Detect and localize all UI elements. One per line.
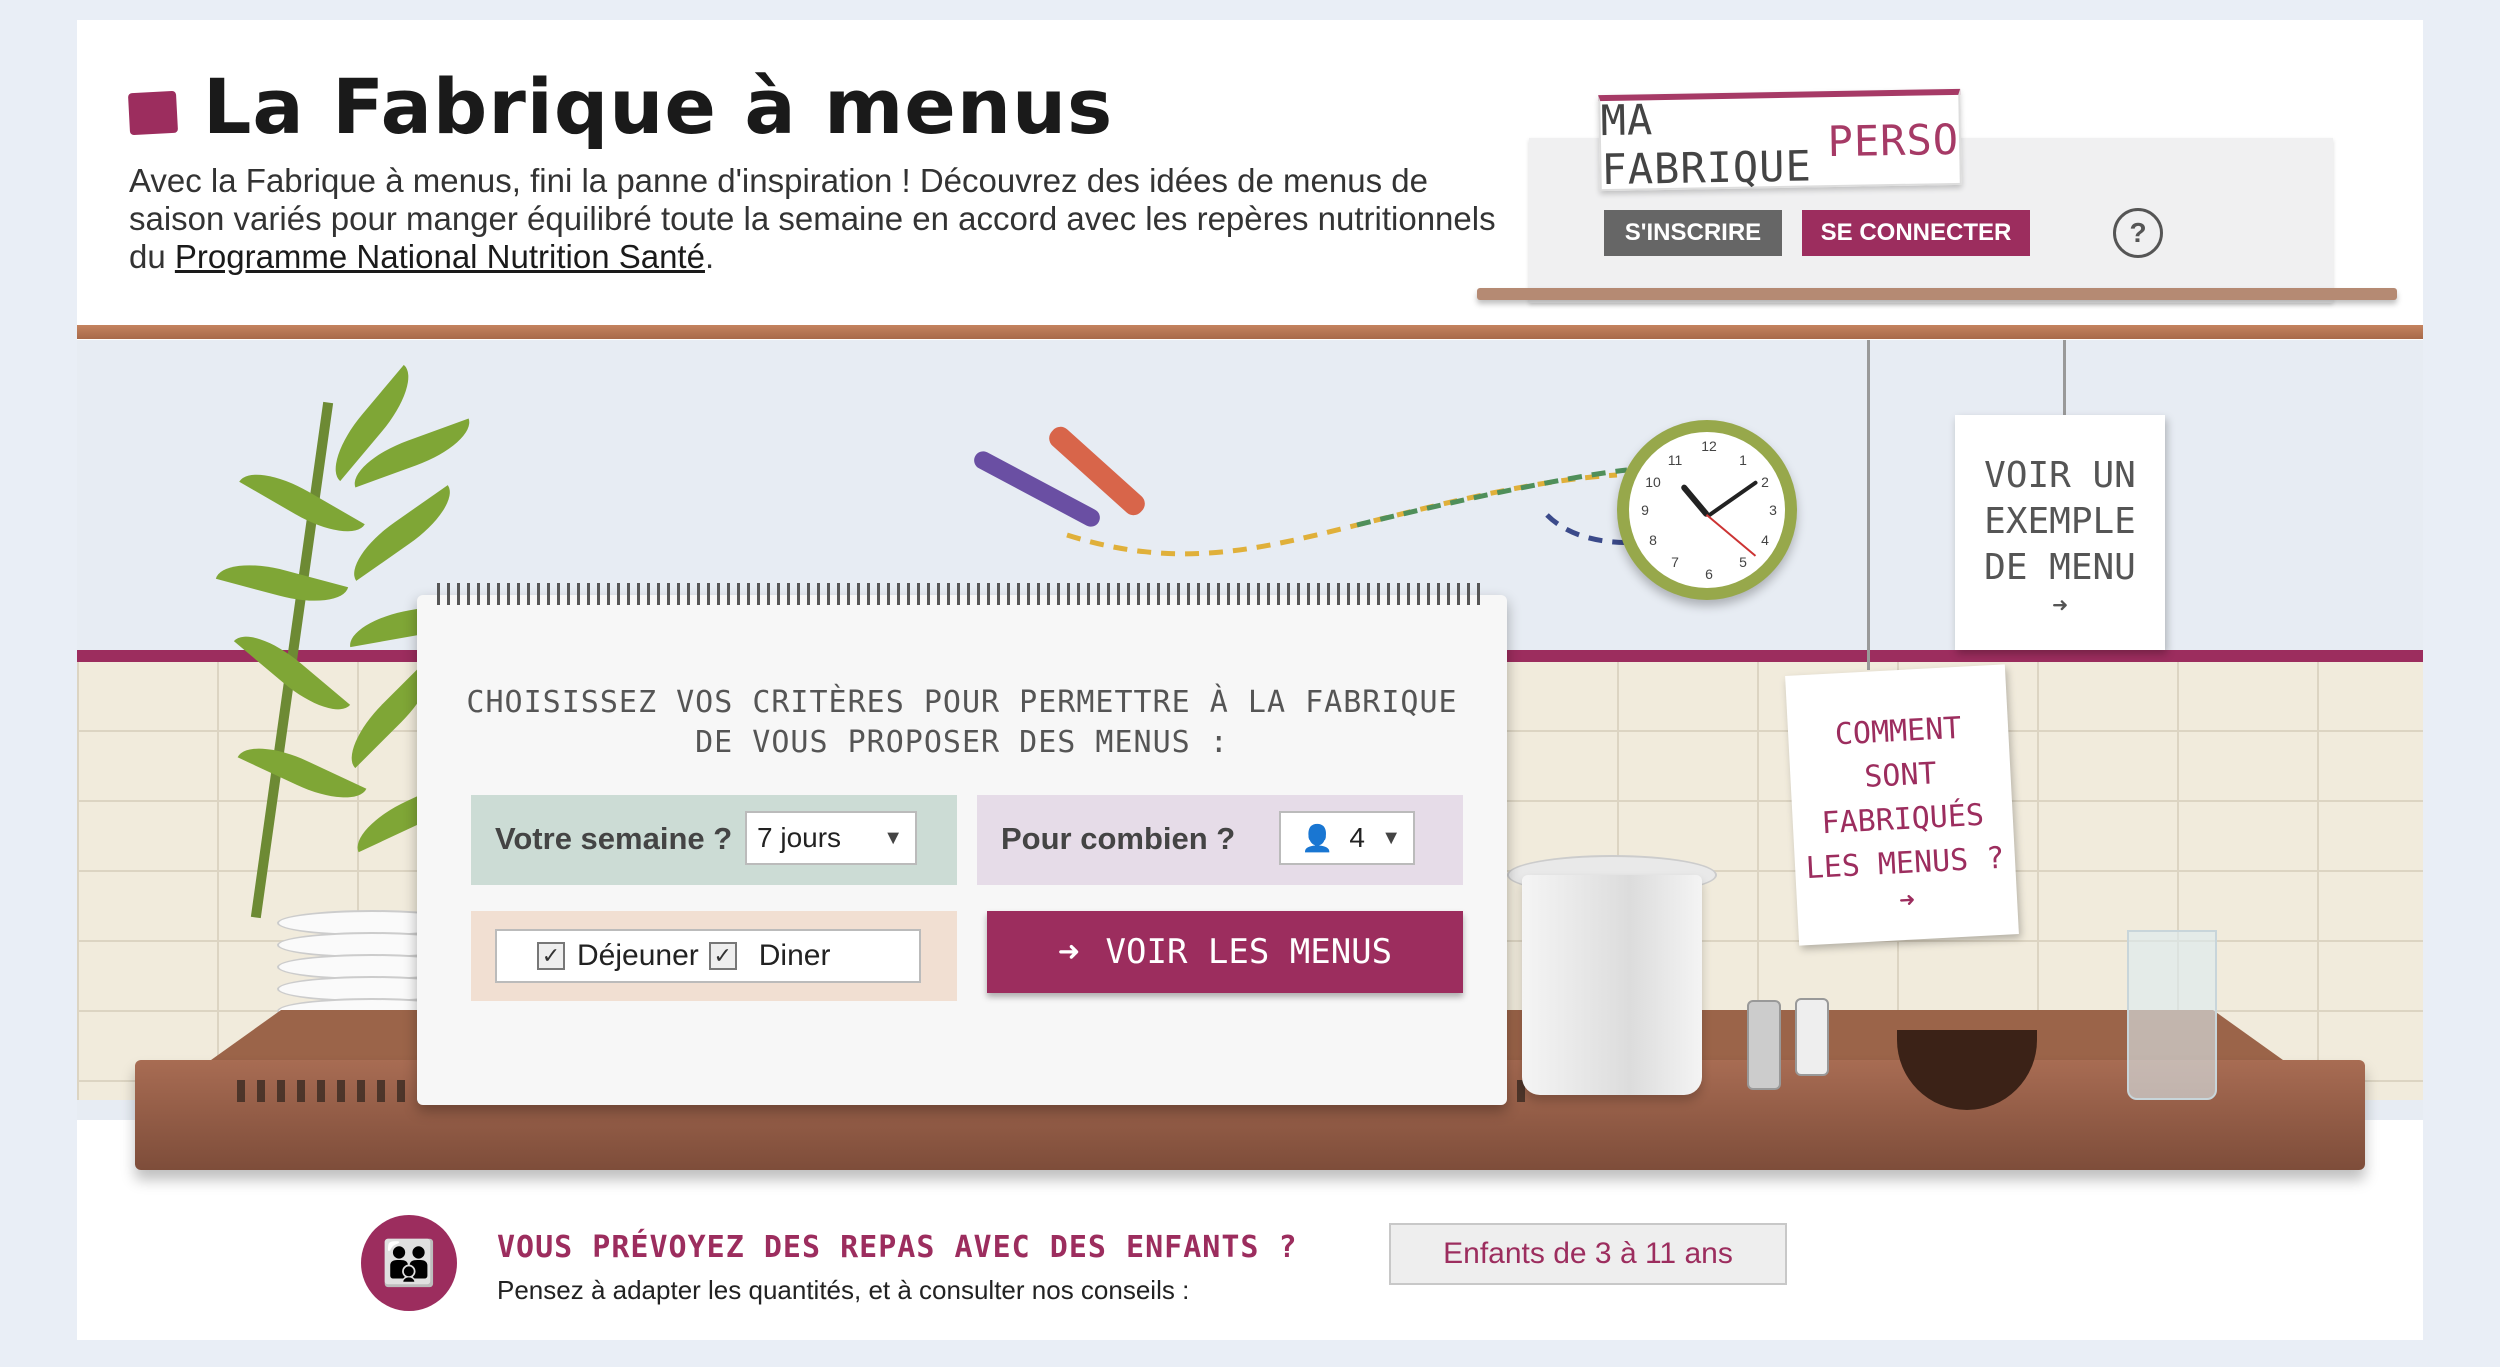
semaine-value: 7 jours — [757, 822, 842, 853]
how-menus-made-note[interactable]: COMMENT SONT FABRIQUÉS LES MENUS ? ➜ — [1785, 664, 2019, 946]
dejeuner-checkbox[interactable]: ✓ — [537, 942, 565, 970]
perso-tag-main: MA FABRIQUE — [1600, 95, 1813, 195]
help-icon[interactable]: ? — [2113, 208, 2163, 258]
cutlery-glass-icon — [2127, 930, 2217, 1100]
combien-label: Pour combien ? — [1001, 821, 1236, 856]
diner-checkbox[interactable]: ✓ — [708, 942, 737, 970]
dropdown-arrow-icon: ▼ — [883, 827, 903, 849]
pot-icon — [1522, 875, 1702, 1095]
salt-shaker-icon — [1795, 998, 1829, 1076]
dejeuner-label: Déjeuner — [577, 939, 699, 972]
perso-tag-accent: PERSO — [1827, 114, 1960, 166]
pnns-link[interactable]: Programme National Nutrition Santé — [175, 238, 705, 275]
arrow-right-icon: ➜ — [1057, 931, 1080, 973]
dropdown-arrow-icon: ▼ — [1381, 827, 1401, 849]
menu-criteria-form: CHOISISSEZ VOS CRITÈRES POUR PERMETTRE À… — [417, 583, 1507, 1105]
note-line: DE MENU — [1984, 547, 2136, 588]
voir-les-menus-button[interactable]: ➜ VOIR LES MENUS — [987, 911, 1463, 993]
form-heading: CHOISISSEZ VOS CRITÈRES POUR PERMETTRE À… — [417, 683, 1507, 763]
intro-paragraph: Avec la Fabrique à menus, fini la panne … — [129, 162, 1529, 276]
page-title: La Fabrique à menus — [203, 62, 1114, 151]
note-string — [1867, 340, 1870, 670]
top-shelf — [77, 325, 2423, 339]
repas-panel: ✓ Déjeuner ✓ Diner — [471, 911, 957, 1001]
user-icon: 👤 — [1301, 822, 1334, 853]
kids-3-11-button[interactable]: Enfants de 3 à 11 ans — [1389, 1223, 1787, 1285]
semaine-select[interactable]: 7 jours ▼ — [745, 811, 917, 865]
note-line: VOIR UN — [1984, 455, 2136, 496]
form-heading-line: CHOISISSEZ VOS CRITÈRES POUR PERMETTRE À… — [466, 685, 1458, 720]
combien-value: 4 — [1349, 822, 1365, 853]
brand-square-icon — [127, 90, 179, 136]
ma-fabrique-perso-tag: MA FABRIQUE PERSO — [1598, 88, 1962, 195]
voir-les-menus-label: VOIR LES MENUS — [1105, 932, 1393, 972]
register-button[interactable]: S'INSCRIRE — [1604, 210, 1782, 256]
combien-select[interactable]: 👤 4 ▼ — [1279, 811, 1415, 865]
semaine-panel: Votre semaine ? 7 jours ▼ — [471, 795, 957, 885]
intro-end: . — [704, 238, 715, 275]
note-line: EXEMPLE — [1984, 501, 2136, 542]
form-heading-line: DE VOUS PROPOSER DES MENUS : — [695, 725, 1229, 760]
clock-icon: 12 3 6 9 1 2 4 5 7 8 10 11 — [1617, 420, 1797, 600]
pepper-shaker-icon — [1747, 1000, 1781, 1090]
kids-subtitle: Pensez à adapter les quantités, et à con… — [497, 1275, 1190, 1305]
perso-shelf — [1477, 288, 2397, 300]
kids-title: VOUS PRÉVOYEZ DES REPAS AVEC DES ENFANTS… — [497, 1230, 1298, 1265]
login-button[interactable]: SE CONNECTER — [1802, 210, 2030, 256]
family-icon: 👪 — [361, 1215, 457, 1311]
example-menu-note[interactable]: VOIR UN EXEMPLE DE MENU ➜ — [1955, 415, 2165, 650]
diner-label: Diner — [758, 939, 831, 972]
repas-checkboxes: ✓ Déjeuner ✓ Diner — [495, 929, 921, 983]
combien-panel: Pour combien ? 👤 4 ▼ — [977, 795, 1463, 885]
dotted-trail — [1066, 467, 1658, 557]
arrow-right-icon: ➜ — [2052, 591, 2068, 621]
page-card: La Fabrique à menus Avec la Fabrique à m… — [77, 20, 2423, 1340]
spiral-binding — [437, 583, 1487, 605]
semaine-label: Votre semaine ? — [495, 821, 733, 856]
